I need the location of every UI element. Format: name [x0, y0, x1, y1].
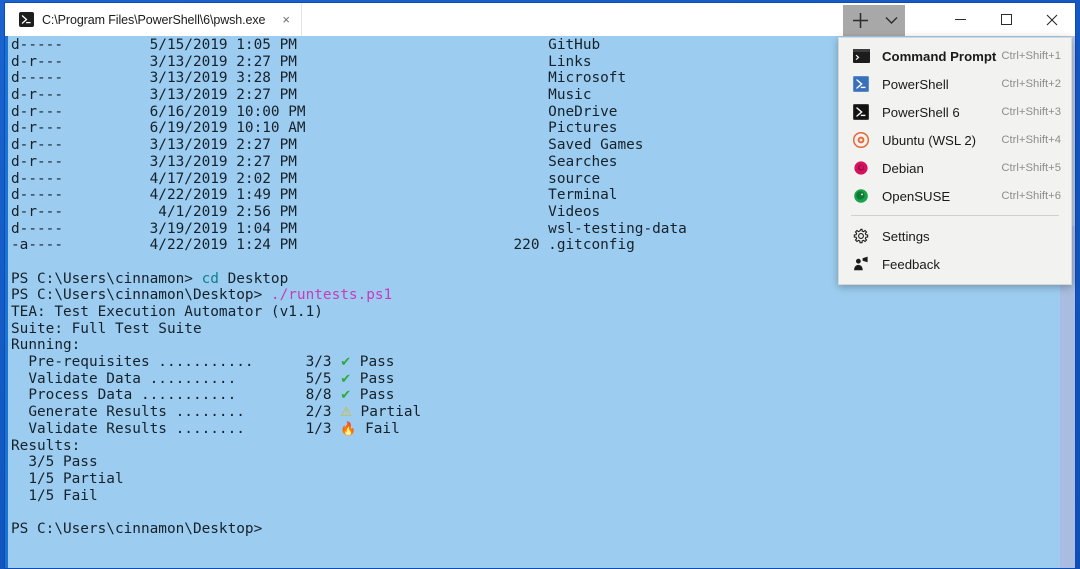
dir-listing-row: d-r--- 3/13/2019 2:27 PM Links	[11, 54, 687, 71]
prompt-line: PS C:\Users\cinnamon\Desktop> ./runtests…	[11, 287, 687, 304]
chevron-down-icon[interactable]	[877, 5, 905, 36]
dir-listing-row: d-r--- 4/1/2019 2:56 PM Videos	[11, 204, 687, 221]
menu-item-shortcut: Ctrl+Shift+6	[1001, 190, 1061, 202]
menu-item-command-prompt[interactable]: Command PromptCtrl+Shift+1	[839, 42, 1071, 70]
new-tab-button[interactable]	[843, 5, 877, 36]
new-tab-dropdown-menu: Command PromptCtrl+Shift+1PowerShellCtrl…	[838, 37, 1072, 285]
test-result-row: Validate Results ........ 1/3 🔥 Fail	[11, 421, 687, 438]
menu-item-debian[interactable]: DebianCtrl+Shift+5	[839, 154, 1071, 182]
status-icon: ⚠	[340, 405, 352, 420]
desktop-background: C:\Program Files\PowerShell\6\pwsh.exe ×	[0, 0, 1080, 569]
dir-listing-row: -a---- 4/22/2019 1:24 PM 220 .gitconfig	[11, 237, 687, 254]
status-icon: 🔥	[340, 422, 356, 437]
menu-item-label: PowerShell	[882, 77, 1001, 92]
result-summary-row: 1/5 Fail	[11, 488, 687, 505]
menu-item-label: Command Prompt	[882, 49, 1001, 64]
menu-item-label: Ubuntu (WSL 2)	[882, 133, 1001, 148]
dir-listing-row: d-r--- 6/16/2019 10:00 PM OneDrive	[11, 104, 687, 121]
menu-item-shortcut: Ctrl+Shift+5	[1001, 162, 1061, 174]
menu-divider	[851, 215, 1059, 216]
output-line: Running:	[11, 337, 687, 354]
menu-item-label: Feedback	[882, 257, 1061, 272]
title-bar: C:\Program Files\PowerShell\6\pwsh.exe ×	[5, 3, 1075, 36]
menu-item-label: Debian	[882, 161, 1001, 176]
menu-item-shortcut: Ctrl+Shift+4	[1001, 134, 1061, 146]
opensuse-icon	[852, 187, 870, 205]
menu-item-settings[interactable]: Settings	[839, 222, 1071, 250]
status-icon: ✔	[340, 372, 351, 387]
feedback-icon	[852, 255, 870, 273]
cmd-icon	[852, 47, 870, 65]
test-result-row: Process Data ........... 8/8 ✔ Pass	[11, 387, 687, 404]
dir-listing-row: d----- 4/17/2019 2:02 PM source	[11, 171, 687, 188]
terminal-tab[interactable]: C:\Program Files\PowerShell\6\pwsh.exe ×	[5, 3, 302, 36]
menu-item-opensuse[interactable]: OpenSUSECtrl+Shift+6	[839, 182, 1071, 210]
window-controls	[937, 3, 1075, 36]
output-line: Suite: Full Test Suite	[11, 321, 687, 338]
prompt-line: PS C:\Users\cinnamon> cd Desktop	[11, 271, 687, 288]
close-button[interactable]	[1029, 3, 1075, 36]
menu-item-label: OpenSUSE	[882, 189, 1001, 204]
menu-item-feedback[interactable]: Feedback	[839, 250, 1071, 278]
gear-icon	[852, 227, 870, 245]
output-line: Results:	[11, 438, 687, 455]
dir-listing-row: d----- 5/15/2019 1:05 PM GitHub	[11, 37, 687, 54]
menu-item-ubuntu-wsl-2[interactable]: Ubuntu (WSL 2)Ctrl+Shift+4	[839, 126, 1071, 154]
dir-listing-row: d----- 3/13/2019 3:28 PM Microsoft	[11, 70, 687, 87]
menu-item-powershell-6[interactable]: PowerShell 6Ctrl+Shift+3	[839, 98, 1071, 126]
menu-item-label: Settings	[882, 229, 1061, 244]
menu-item-shortcut: Ctrl+Shift+3	[1001, 106, 1061, 118]
dir-listing-row: d-r--- 3/13/2019 2:27 PM Searches	[11, 154, 687, 171]
powershell-icon	[852, 75, 870, 93]
dir-listing-row: d-r--- 6/19/2019 10:10 AM Pictures	[11, 120, 687, 137]
dir-listing-row: d----- 3/19/2019 1:04 PM wsl-testing-dat…	[11, 221, 687, 238]
test-result-row: Pre-requisites ........... 3/3 ✔ Pass	[11, 354, 687, 371]
minimize-button[interactable]	[937, 3, 983, 36]
debian-icon	[852, 159, 870, 177]
menu-item-powershell[interactable]: PowerShellCtrl+Shift+2	[839, 70, 1071, 98]
status-icon: ✔	[340, 388, 351, 403]
dir-listing-row: d-r--- 3/13/2019 2:27 PM Music	[11, 87, 687, 104]
output-line: TEA: Test Execution Automator (v1.1)	[11, 304, 687, 321]
result-summary-row: 3/5 Pass	[11, 454, 687, 471]
final-prompt: PS C:\Users\cinnamon\Desktop>	[11, 521, 687, 538]
new-tab-group	[843, 5, 905, 36]
test-result-row: Generate Results ........ 2/3 ⚠ Partial	[11, 404, 687, 421]
menu-item-label: PowerShell 6	[882, 105, 1001, 120]
close-icon[interactable]: ×	[279, 11, 293, 28]
terminal-text: d----- 5/15/2019 1:05 PM GitHubd-r--- 3/…	[11, 37, 687, 538]
powershell6-icon	[852, 103, 870, 121]
result-summary-row: 1/5 Partial	[11, 471, 687, 488]
test-result-row: Validate Data .......... 5/5 ✔ Pass	[11, 371, 687, 388]
tab-title: C:\Program Files\PowerShell\6\pwsh.exe	[42, 13, 265, 27]
dir-listing-row: d-r--- 3/13/2019 2:27 PM Saved Games	[11, 137, 687, 154]
powershell-icon	[19, 12, 34, 27]
maximize-button[interactable]	[983, 3, 1029, 36]
dir-listing-row: d----- 4/22/2019 1:49 PM Terminal	[11, 187, 687, 204]
menu-item-shortcut: Ctrl+Shift+2	[1001, 78, 1061, 90]
ubuntu-icon	[852, 131, 870, 149]
menu-item-shortcut: Ctrl+Shift+1	[1001, 50, 1061, 62]
status-icon: ✔	[340, 355, 351, 370]
profile-list: Command PromptCtrl+Shift+1PowerShellCtrl…	[839, 42, 1071, 210]
